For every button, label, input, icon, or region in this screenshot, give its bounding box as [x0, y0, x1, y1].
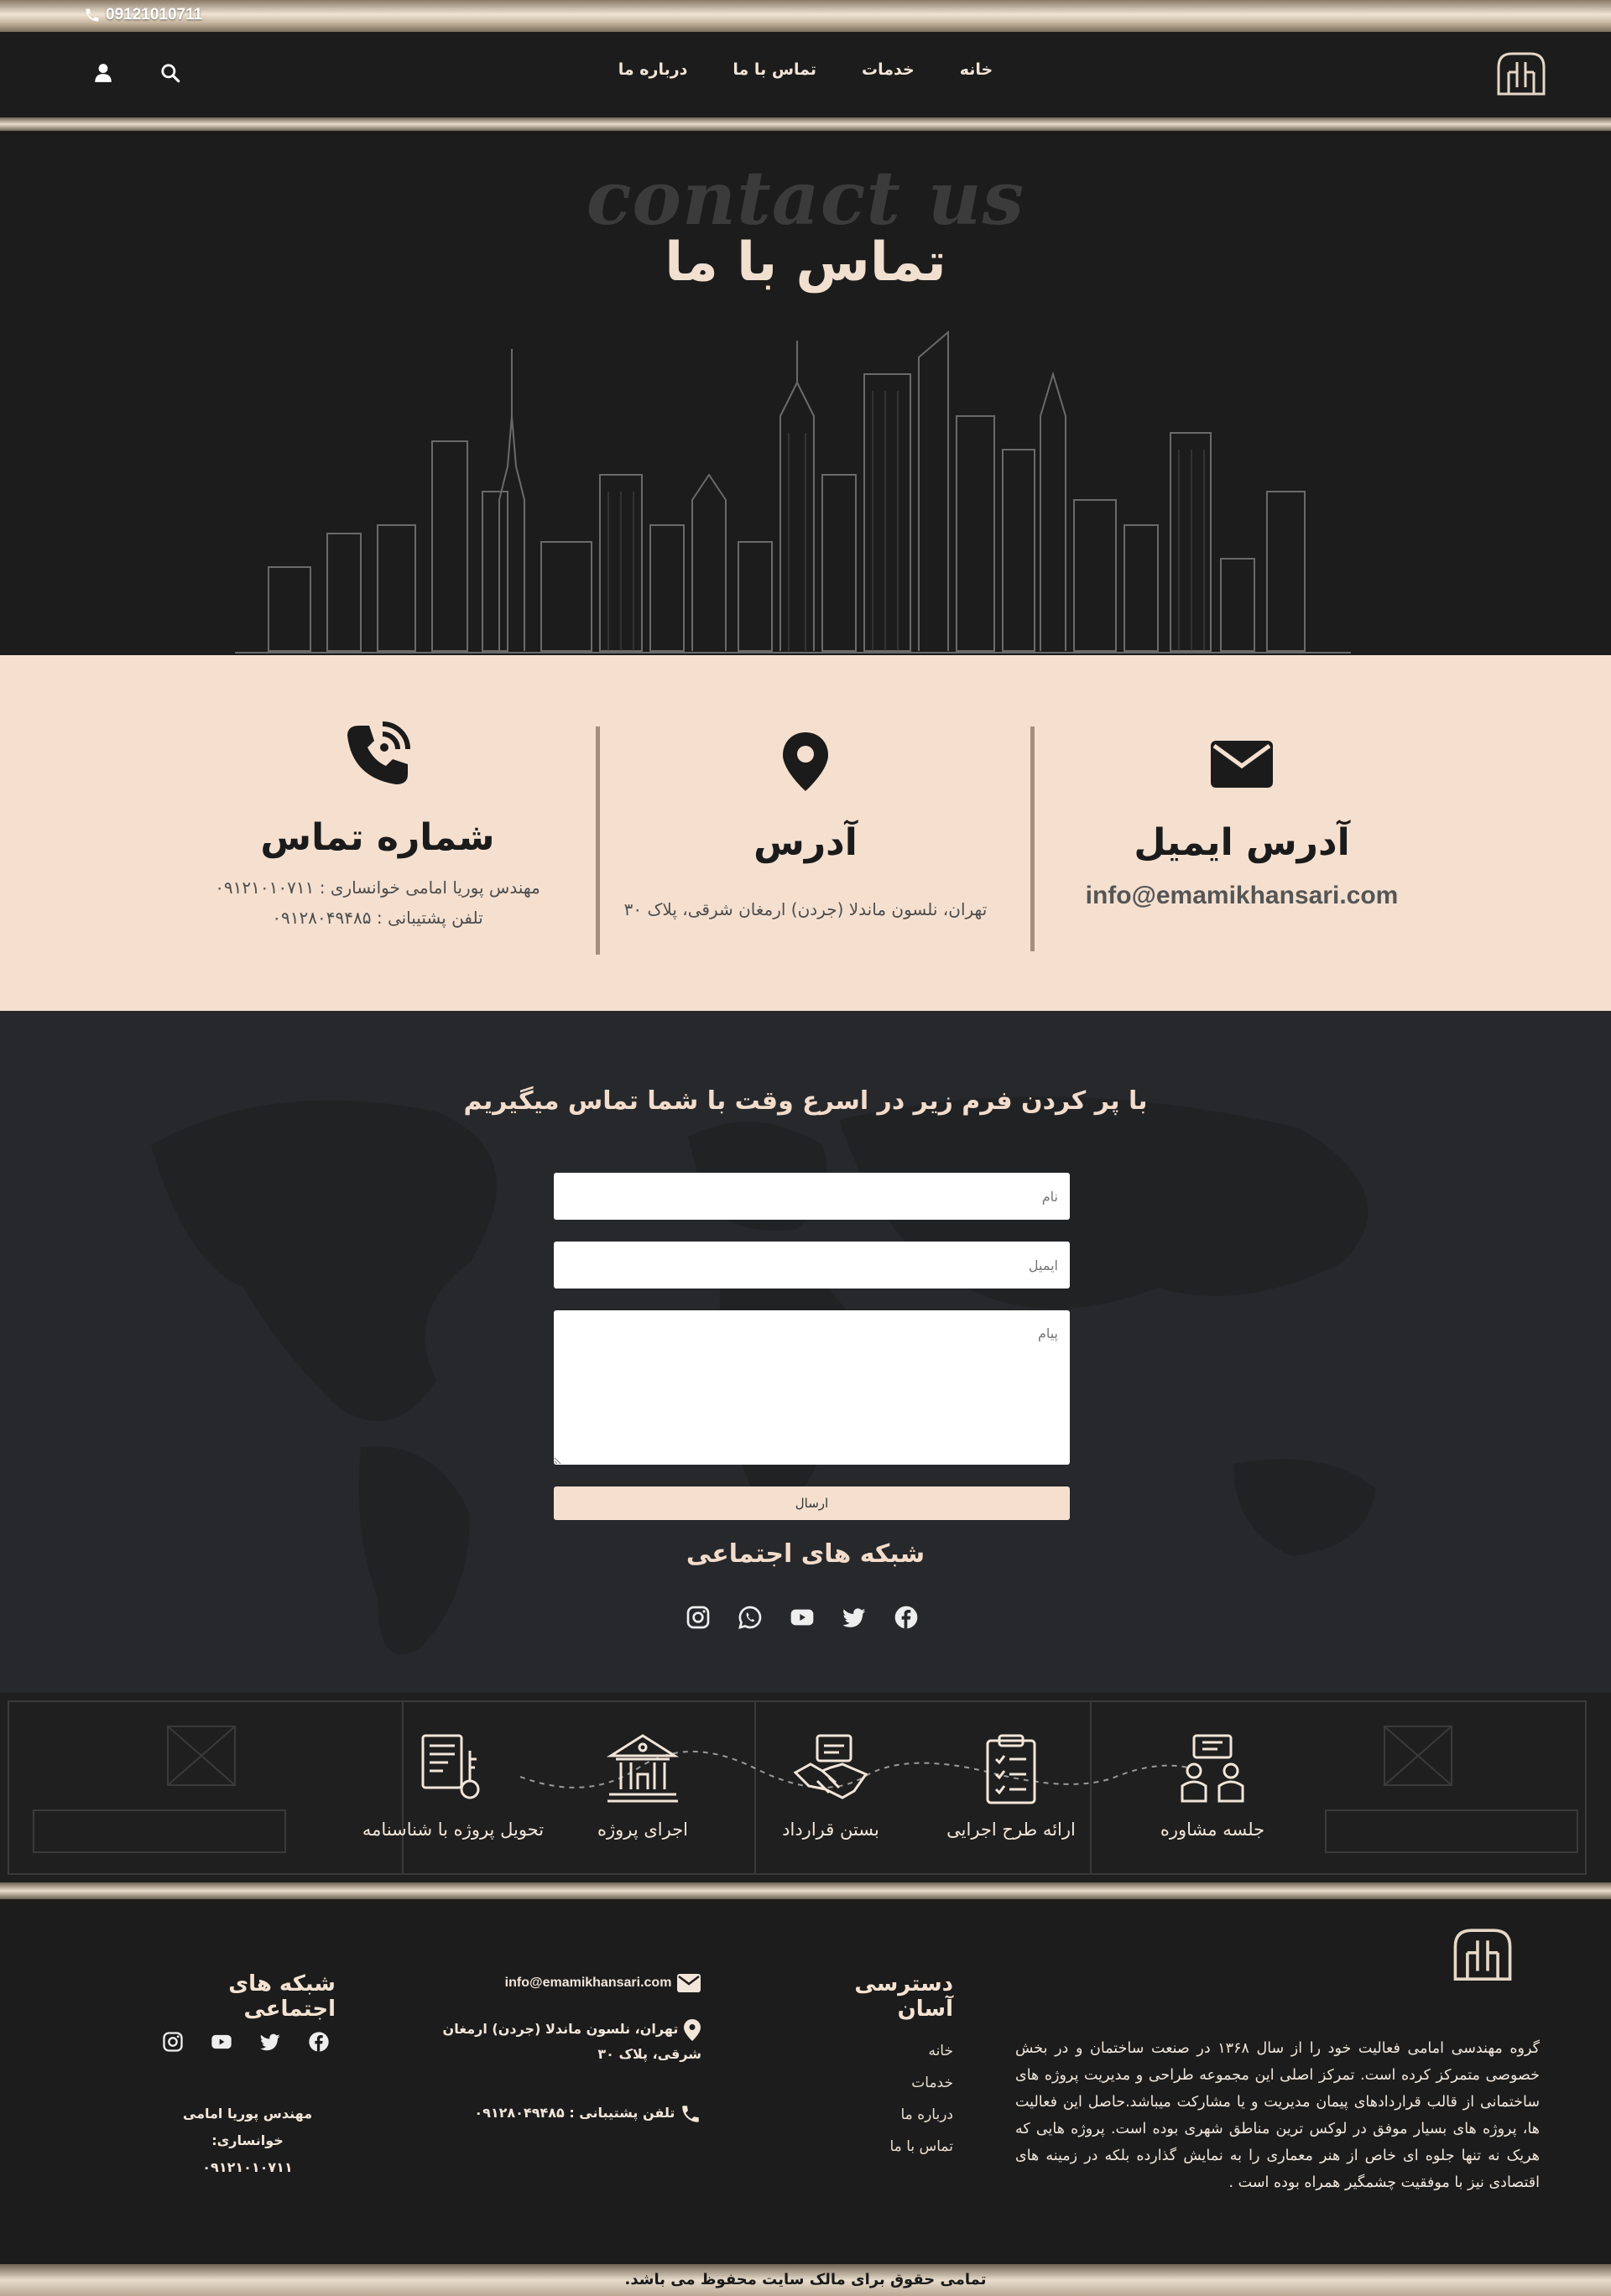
certificate-key-icon: [421, 1734, 480, 1799]
building-icon: [606, 1734, 680, 1803]
address-value: تهران، نلسون ماندلا (جردن) ارمغان شرقی، …: [623, 899, 988, 919]
submit-button[interactable]: ارسال: [554, 1486, 1070, 1520]
process-step-consultation: جلسه مشاوره: [1129, 1731, 1296, 1840]
contact-form-section: با پر کردن فرم زیر در اسرع وقت با شما تم…: [0, 1011, 1611, 1693]
copyright-bar: تمامی حقوق برای مالک سایت محفوظ می باشد.: [0, 2264, 1611, 2296]
nav-item-home[interactable]: خانه: [960, 60, 993, 79]
page-title: تماس با ما: [665, 232, 946, 294]
contact-info-band: آدرس ایمیل info@emamikhansari.com آدرس ت…: [0, 655, 1611, 1011]
envelope-icon: [677, 1973, 701, 1992]
info-divider-right: [1030, 726, 1035, 951]
phone-title: شماره تماس: [260, 816, 495, 859]
nav-item-services[interactable]: خدمات: [862, 60, 915, 79]
top-phone-number: 09121010711: [106, 6, 203, 23]
form-social-title: شبکه های اجتماعی: [686, 1539, 925, 1569]
quick-link-contact[interactable]: تماس با ما: [839, 2131, 954, 2163]
footer-logo[interactable]: [1445, 1924, 1520, 1983]
footer-social-icons: [161, 2030, 331, 2054]
name-input[interactable]: [554, 1173, 1070, 1220]
email-input[interactable]: [554, 1242, 1070, 1289]
twitter-icon[interactable]: [841, 1604, 868, 1631]
footer-divider: [0, 1882, 1611, 1899]
footer-about-text: گروه مهندسی امامی فعالیت خود را از سال ۱…: [1015, 2040, 1540, 2191]
envelope-icon: [1211, 741, 1273, 788]
email-value[interactable]: info@emamikhansari.com: [1074, 881, 1410, 911]
address-title: آدرس: [753, 821, 858, 864]
step-label: اجرای پروژه: [597, 1820, 689, 1840]
form-social-icons: [685, 1604, 920, 1631]
form-heading: با پر کردن فرم زیر در اسرع وقت با شما تم…: [463, 1086, 1148, 1116]
header-divider: [0, 117, 1611, 131]
site-header: خانه خدمات تماس با ما درباره ما: [0, 32, 1611, 117]
email-title: آدرس ایمیل: [1134, 821, 1350, 864]
info-divider-left: [596, 726, 600, 955]
hero-ghost-title: contact us: [586, 154, 1025, 242]
phone-icon: [86, 8, 99, 22]
quick-links: خانه خدمات درباره ما تماس با ما: [839, 2035, 954, 2163]
handshake-icon: [793, 1734, 868, 1799]
footer-address-text: تهران، نلسون ماندلا (جردن) ارمغان شرقی، …: [442, 2021, 701, 2062]
facebook-icon[interactable]: [893, 1604, 920, 1631]
footer-email-text: info@emamikhansari.com: [504, 1976, 672, 1990]
step-label: ارائه طرح اجرایی: [946, 1820, 1076, 1840]
footer-email[interactable]: info@emamikhansari.com: [470, 1970, 701, 1996]
nav-item-about[interactable]: درباره ما: [618, 60, 688, 79]
map-pin-icon: [684, 2019, 701, 2041]
whatsapp-icon[interactable]: [737, 1604, 764, 1631]
instagram-icon[interactable]: [685, 1604, 712, 1631]
site-footer: گروه مهندسی امامی فعالیت خود را از سال ۱…: [0, 1899, 1611, 2264]
user-icon[interactable]: [92, 62, 114, 84]
phone-line-2: تلفن پشتیبانی : ۰۹۱۲۸۰۴۹۴۸۵: [272, 908, 483, 928]
phone-info: شماره تماس مهندس پوریا امامی خوانساری : …: [168, 721, 587, 933]
footer-support-phone[interactable]: تلفن پشتیبانی : ۰۹۱۲۸۰۴۹۴۸۵: [470, 2101, 701, 2126]
nav-item-contact[interactable]: تماس با ما: [733, 60, 816, 79]
footer-address: تهران، نلسون ماندلا (جردن) ارمغان شرقی، …: [436, 2017, 701, 2067]
process-step-delivery: تحویل پروژه با شناسنامه: [336, 1731, 571, 1840]
process-step-plan: ارائه طرح اجرایی: [927, 1731, 1095, 1840]
youtube-icon[interactable]: [789, 1604, 816, 1631]
hero-section: contact us تماس با ما: [0, 131, 1611, 655]
process-step-contract: بستن قرارداد: [747, 1731, 915, 1840]
top-phone[interactable]: 09121010711: [84, 6, 202, 24]
city-skyline-illustration: [235, 330, 1351, 653]
step-label: تحویل پروژه با شناسنامه: [362, 1820, 545, 1840]
process-step-execution: اجرای پروژه: [559, 1731, 727, 1840]
footer-engineer-label: مهندس پوریا امامی خوانساری:: [182, 2106, 313, 2148]
footer-support-text: تلفن پشتیبانی : ۰۹۱۲۸۰۴۹۴۸۵: [474, 2105, 675, 2121]
phone-line-1: مهندس پوریا امامی خوانساری : ۰۹۱۲۱۰۱۰۷۱۱: [215, 877, 540, 898]
process-steps-band: جلسه مشاوره ارائه طرح اجرایی بستن قراردا…: [0, 1693, 1611, 1882]
quick-links-title: دسترسی آسان: [854, 1971, 953, 2022]
top-bar: 09121010711: [0, 0, 1611, 32]
email-info: آدرس ایمیل info@emamikhansari.com: [1074, 739, 1410, 911]
clipboard-icon: [986, 1734, 1036, 1804]
consultation-icon: [1181, 1734, 1244, 1803]
facebook-icon[interactable]: [307, 2030, 331, 2054]
footer-social-title: شبکه های اجتماعی: [228, 1971, 336, 2022]
search-icon[interactable]: [159, 62, 181, 84]
footer-engineer-phone: ۰۹۱۲۱۰۱۰۷۱۱: [202, 2159, 293, 2175]
address-info: آدرس تهران، نلسون ماندلا (جردن) ارمغان ش…: [604, 731, 1007, 924]
instagram-icon[interactable]: [161, 2030, 185, 2054]
main-nav: خانه خدمات تماس با ما درباره ما: [0, 60, 1611, 79]
map-pin-icon: [783, 732, 828, 791]
message-textarea[interactable]: [554, 1310, 1070, 1465]
footer-engineer: مهندس پوریا امامی خوانساری: ۰۹۱۲۱۰۱۰۷۱۱: [159, 2101, 336, 2181]
quick-link-home[interactable]: خانه: [839, 2035, 953, 2067]
phone-icon: [682, 2105, 699, 2122]
step-label: بستن قرارداد: [782, 1820, 879, 1840]
quick-link-about[interactable]: درباره ما: [839, 2099, 954, 2131]
phone-wifi-icon: [347, 721, 410, 784]
quick-link-services[interactable]: خدمات: [839, 2067, 953, 2099]
youtube-icon[interactable]: [210, 2030, 233, 2054]
step-label: جلسه مشاوره: [1160, 1820, 1265, 1840]
twitter-icon[interactable]: [258, 2030, 282, 2054]
